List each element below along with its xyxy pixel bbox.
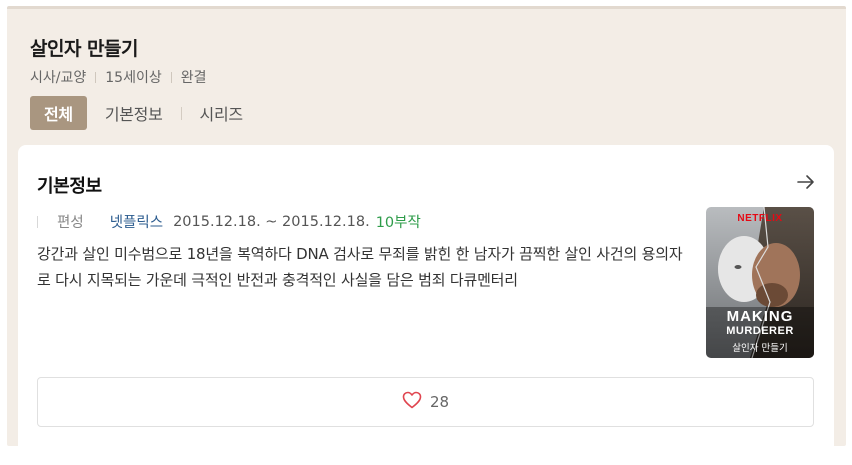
- channel-link[interactable]: 넷플릭스: [110, 211, 163, 232]
- netflix-logo: NETFLIX: [737, 213, 783, 224]
- program-description: 강간과 살인 미수범으로 18년을 복역하다 DNA 검사로 무죄를 밝힌 한 …: [37, 245, 683, 289]
- meta-divider: [95, 71, 97, 83]
- program-title: 살인자 만들기: [30, 38, 139, 60]
- rating: 15세이상: [105, 70, 162, 86]
- status: 완결: [180, 70, 207, 86]
- episode-count[interactable]: 10부작: [376, 211, 421, 232]
- arrow-right-icon[interactable]: [795, 171, 817, 193]
- tab-basic-info[interactable]: 기본정보: [105, 96, 163, 130]
- broadcast-info: 편성 넷플릭스 2015.12.18. ~ 2015.12.18. 10부작: [37, 211, 421, 232]
- heart-outline-icon: [402, 391, 422, 413]
- meta-divider: [170, 71, 172, 83]
- card-title: 기본정보: [37, 176, 102, 197]
- info-divider: [37, 215, 38, 228]
- like-count: 28: [429, 393, 450, 411]
- poster-title-line2: MURDERER: [726, 325, 794, 337]
- basic-info-card: 기본정보 편성 넷플릭스 2015.12.18. ~ 2015.12.18. 1…: [18, 145, 834, 465]
- poster-korean-title: 살인자 만들기: [732, 343, 788, 354]
- broadcast-label: 편성: [57, 215, 84, 231]
- tab-bar: 전체 기본정보 시리즈: [30, 96, 243, 130]
- poster-title-line1: MAKING: [726, 308, 794, 325]
- tab-all[interactable]: 전체: [30, 96, 87, 130]
- program-panel: 살인자 만들기 시사/교양 15세이상 완결 전체 기본정보 시리즈 기본정보 …: [7, 6, 846, 465]
- tab-divider: [180, 106, 182, 120]
- broadcast-dates: 2015.12.18. ~ 2015.12.18.: [173, 213, 370, 230]
- like-button[interactable]: 28: [37, 377, 814, 427]
- tab-series[interactable]: 시리즈: [200, 96, 244, 130]
- program-poster[interactable]: NETFLIX MAKING MURDERER 살인자 만들기: [706, 207, 814, 358]
- genre: 시사/교양: [30, 70, 87, 86]
- program-meta: 시사/교양 15세이상 완결: [30, 67, 206, 87]
